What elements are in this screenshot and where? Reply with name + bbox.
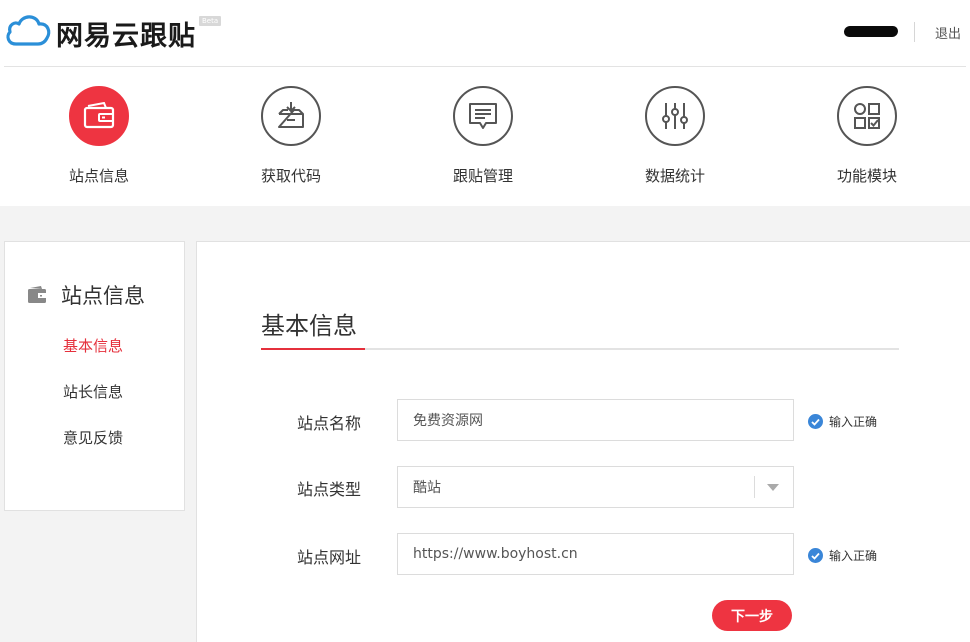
main-panel: 基本信息 站点名称 输入正确 站点类型 酷站 站点网址 输入正确 下一步: [196, 241, 970, 642]
logo[interactable]: 网易云跟贴 Beta: [4, 10, 222, 53]
site-name-status: 输入正确: [808, 413, 877, 430]
header-separator: [4, 66, 966, 67]
step-label: 跟贴管理: [452, 167, 513, 185]
site-name-input[interactable]: [397, 399, 794, 441]
site-url-status: 输入正确: [808, 547, 877, 564]
step-get-code[interactable]: 获取代码: [226, 86, 356, 186]
step-label: 数据统计: [644, 167, 705, 185]
chevron-down-icon: [767, 484, 779, 491]
inbox-download-icon: [278, 102, 304, 128]
check-circle-icon: [808, 414, 823, 429]
sidebar-item-webmaster-info[interactable]: 站长信息: [63, 381, 123, 402]
section-title: 基本信息: [261, 312, 357, 340]
site-type-select[interactable]: 酷站: [397, 466, 794, 508]
step-data-stats[interactable]: 数据统计: [610, 86, 740, 186]
step-label: 站点信息: [68, 167, 129, 185]
step-label: 获取代码: [260, 167, 321, 185]
logout-link[interactable]: 退出: [935, 23, 961, 42]
step-circle: [645, 86, 705, 146]
step-circle: [69, 86, 129, 146]
site-name-status-text: 输入正确: [829, 415, 878, 429]
cloud-logo-icon: [6, 15, 51, 46]
modules-icon: [854, 103, 880, 129]
step-circle: [837, 86, 897, 146]
sidebar-item-basic-info[interactable]: 基本信息: [63, 335, 123, 356]
site-url-status-text: 输入正确: [829, 549, 878, 563]
next-step-button[interactable]: 下一步: [712, 600, 792, 631]
wallet-icon: [28, 286, 46, 303]
sidebar-item-feedback[interactable]: 意见反馈: [63, 427, 123, 448]
beta-badge: Beta: [199, 16, 222, 26]
message-icon: [469, 103, 497, 129]
check-circle-icon: [808, 548, 823, 563]
select-separator: [754, 476, 755, 498]
header-divider: [914, 22, 915, 42]
step-label: 功能模块: [836, 167, 897, 185]
step-circle: [261, 86, 321, 146]
sliders-icon: [662, 103, 688, 129]
logo-text: 网易云跟贴: [56, 21, 196, 52]
step-modules[interactable]: 功能模块: [802, 86, 932, 186]
step-site-info[interactable]: 站点信息: [34, 86, 164, 186]
step-circle: [453, 86, 513, 146]
sidebar-title-text: 站点信息: [61, 284, 145, 308]
step-nav: 站点信息 获取代码 跟贴管理 数据统计 功能模块: [0, 86, 970, 196]
step-comment-manage[interactable]: 跟贴管理: [418, 86, 548, 186]
user-name[interactable]: 用户: [844, 26, 898, 37]
title-underline-accent: [261, 348, 365, 350]
site-type-label: 站点类型: [297, 480, 362, 499]
site-type-value: 酷站: [413, 480, 441, 496]
site-name-label: 站点名称: [297, 414, 362, 433]
sidebar-title: 站点信息: [27, 280, 145, 310]
site-url-input[interactable]: [397, 533, 794, 575]
wallet-icon: [83, 102, 115, 129]
sidebar: 站点信息 基本信息 站长信息 意见反馈: [4, 241, 185, 511]
site-url-label: 站点网址: [297, 548, 362, 567]
top-header: 网易云跟贴 Beta 用户 退出 站点信息: [0, 0, 970, 206]
